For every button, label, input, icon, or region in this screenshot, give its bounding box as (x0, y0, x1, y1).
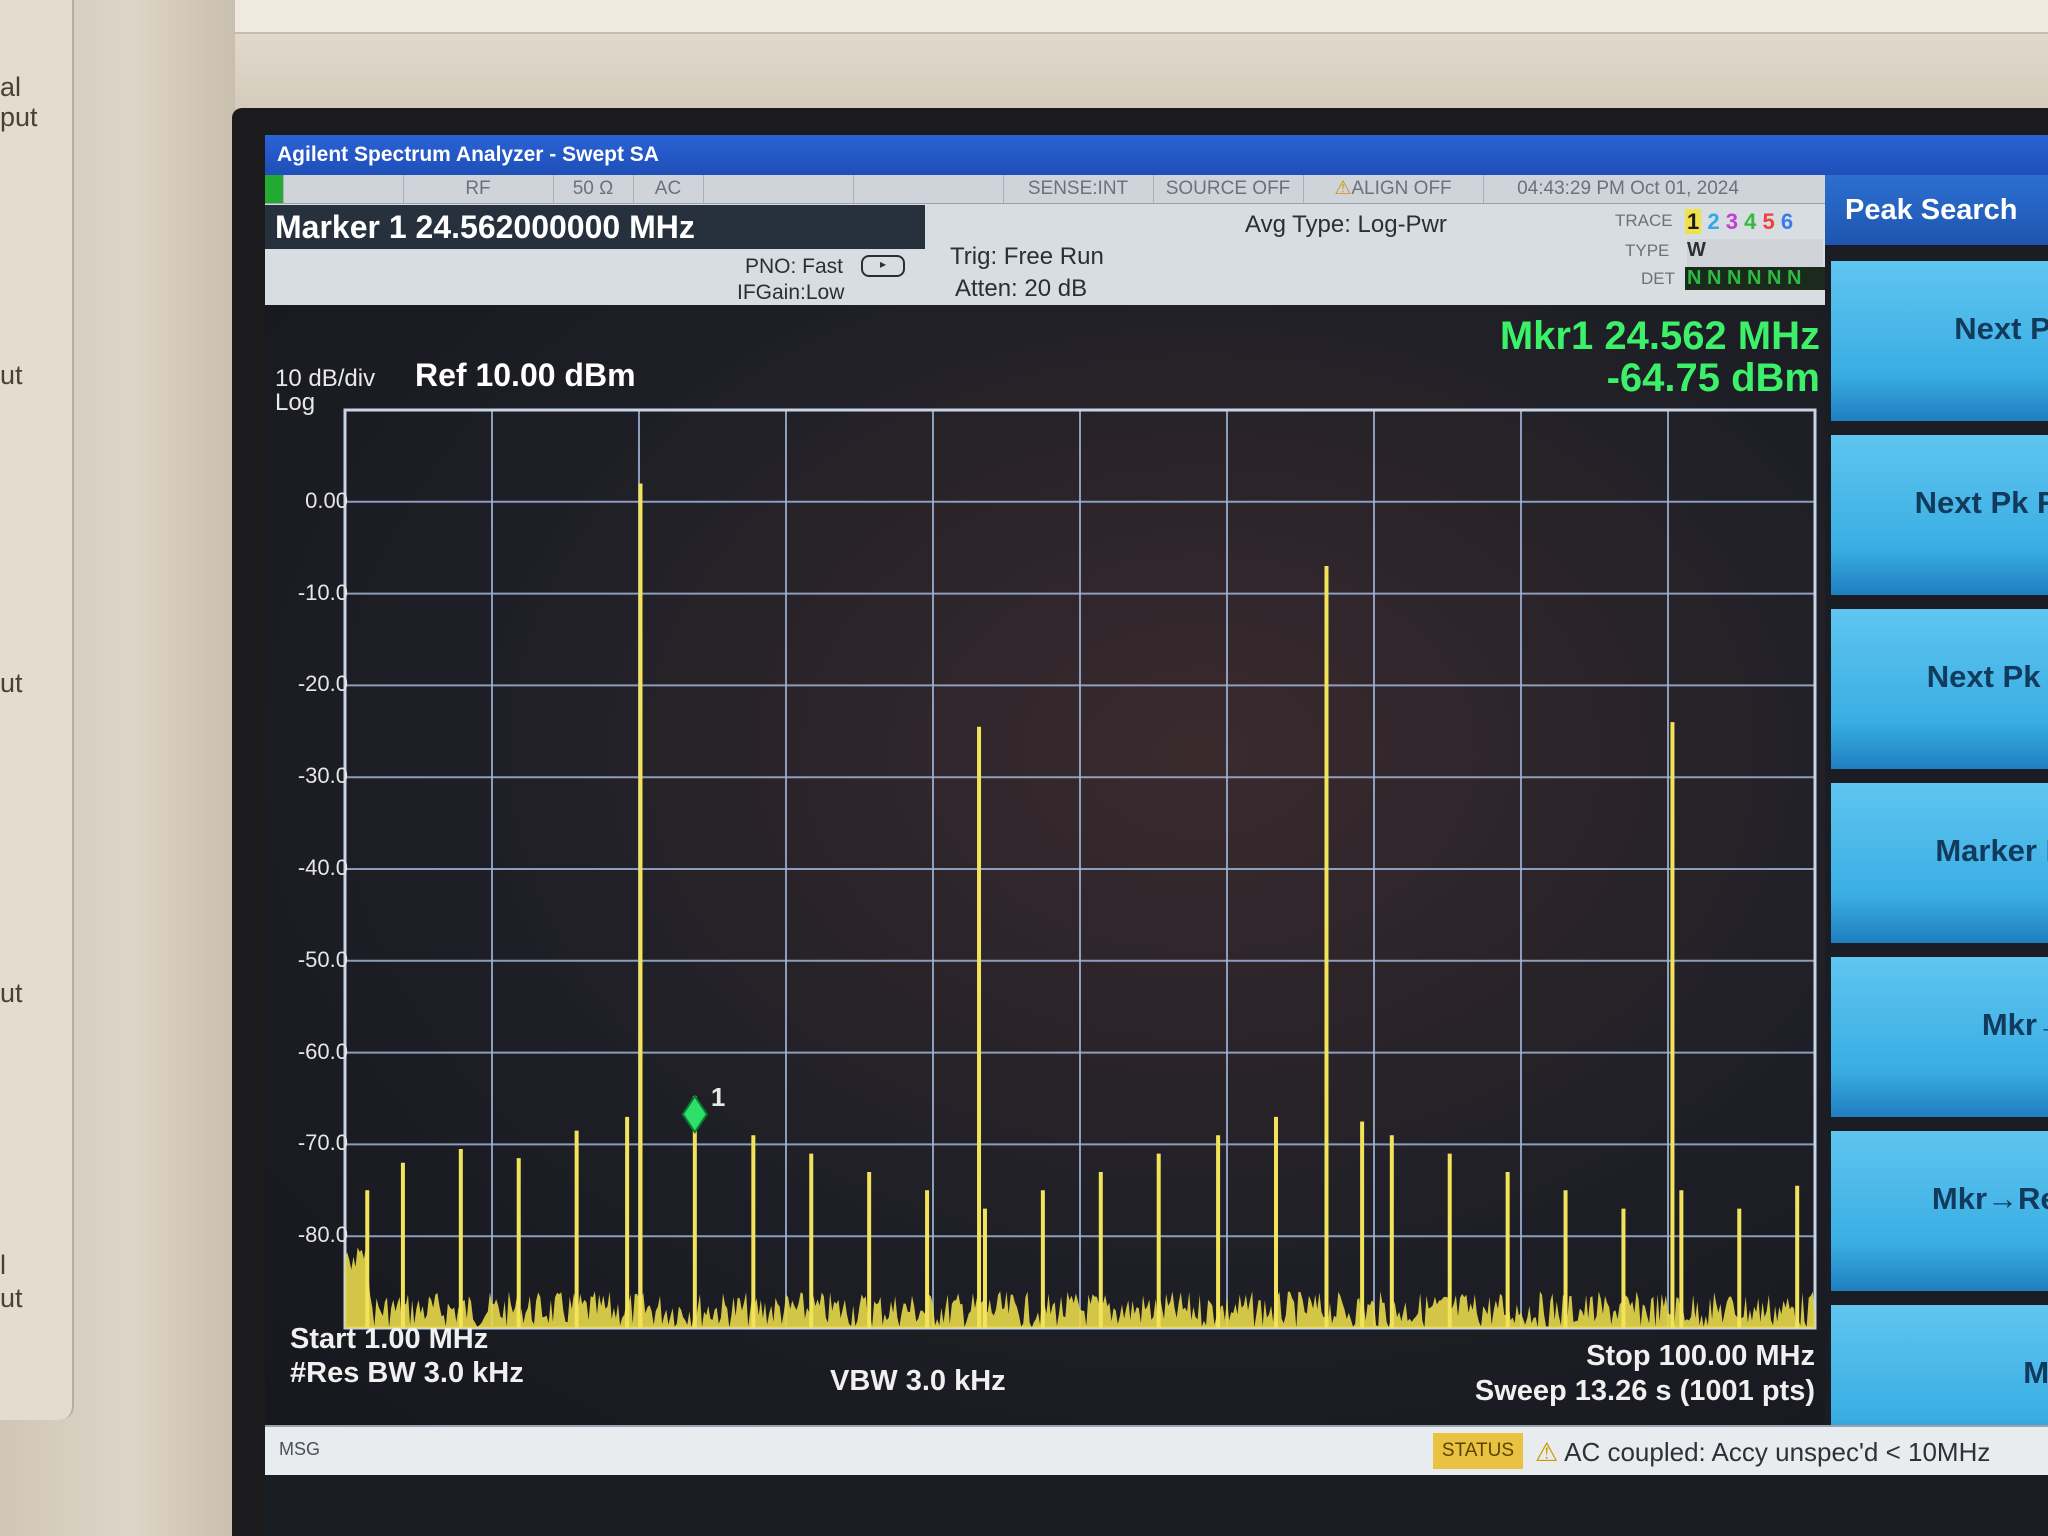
analyzer-screen: Agilent Spectrum Analyzer - Swept SA RF … (265, 135, 2048, 1536)
impedance-label: 50 Ω (553, 175, 634, 203)
trace-label: TRACE (1615, 211, 1673, 230)
window-title: Agilent Spectrum Analyzer - Swept SA (265, 135, 2048, 175)
sense-label: SENSE:INT (1003, 175, 1154, 203)
spectrum-display: Mkr1 24.562 MHz -64.75 dBm 10 dB/div Ref… (265, 305, 1825, 1425)
softkey-label: Mkr→Ref (1931, 1181, 2048, 1216)
resolution-bandwidth[interactable]: #Res BW 3.0 kHz (290, 1357, 524, 1390)
y-tick-label: -80.0 (297, 1222, 348, 1248)
y-tick-label: -50.0 (297, 946, 348, 972)
y-tick-label: -40.0 (297, 855, 348, 880)
header-cell (853, 175, 1004, 203)
trace-2[interactable]: 2 (1707, 209, 1719, 234)
spectrum-plot[interactable]: 1 (265, 305, 1825, 1425)
start-frequency[interactable]: Start 1.00 MHz (290, 1323, 488, 1356)
source-label: SOURCE OFF (1153, 175, 1304, 203)
trace-type-value: W (1687, 239, 1706, 261)
side-label: ut (0, 668, 23, 698)
side-label: ut (0, 978, 23, 1008)
softkey-next-peak[interactable]: Next Pe (1831, 261, 2048, 421)
header-cell (703, 175, 854, 203)
status-message: ⚠ AC coupled: Accy unspec'd < 10MHz (1535, 1437, 1990, 1468)
softkey-label: Next Pk L (1926, 659, 2048, 694)
trace-4[interactable]: 4 (1744, 209, 1756, 234)
align-text: ALIGN OFF (1351, 178, 1452, 199)
rf-input-label: RF (403, 175, 554, 203)
trigger-label: Trig: Free Run (950, 243, 1104, 270)
det-label: DET (1641, 269, 1675, 288)
side-label: l (0, 1250, 6, 1280)
side-label: ut (0, 1283, 23, 1313)
coupling-label: AC (633, 175, 704, 203)
side-label: al (0, 72, 22, 102)
marker-diamond-icon (681, 1094, 709, 1135)
softkey-menu-title: Peak Search (1825, 175, 2048, 245)
trace-5[interactable]: 5 (1763, 209, 1775, 234)
avg-type-label: Avg Type: Log-Pwr (1245, 211, 1447, 238)
side-label: put (0, 102, 38, 132)
measurement-header: RF 50 Ω AC SENSE:INT SOURCE OFF ⚠ALIGN O… (265, 175, 1825, 305)
y-tick-label: -20.0 (297, 671, 348, 697)
trace-numbers[interactable]: 1 2 3 4 5 6 (1685, 209, 1793, 235)
y-tick-label: -60.0 (297, 1038, 348, 1064)
marker-label: 1 (711, 1082, 725, 1112)
lxi-indicator-icon (265, 175, 284, 203)
sweep-time[interactable]: Sweep 13.26 s (1001 pts) (1475, 1375, 1815, 1408)
softkey-label: Next Pk Ri (1914, 485, 2048, 520)
atten-label: Atten: 20 dB (955, 275, 1088, 302)
instrument-bezel-strip (130, 0, 2048, 34)
status-button[interactable]: STATUS (1433, 1433, 1523, 1469)
datetime-label: 04:43:29 PM Oct 01, 2024 (1517, 178, 1739, 199)
status-bar: MSG STATUS ⚠ AC coupled: Accy unspec'd <… (265, 1425, 2048, 1475)
active-marker-title[interactable]: Marker 1 24.562000000 MHz (265, 205, 925, 249)
y-tick-label: -10.0 (297, 579, 348, 605)
y-tick-label: -30.0 (297, 763, 348, 789)
softkey-next-peak-right[interactable]: Next Pk Ri (1831, 435, 2048, 595)
softkey-label: Marker D (1935, 833, 2048, 868)
softkey-label: Next Pe (1954, 311, 2048, 346)
header-cell (283, 175, 404, 203)
y-tick-label: -70.0 (297, 1130, 348, 1156)
sweep-mode-icon: ▸ (861, 255, 905, 277)
header-status-row: RF 50 Ω AC SENSE:INT SOURCE OFF ⚠ALIGN O… (265, 175, 1825, 204)
y-tick-label: 0.00 (305, 487, 348, 513)
trace-6[interactable]: 6 (1781, 209, 1793, 234)
status-text: AC coupled: Accy unspec'd < 10MHz (1564, 1437, 1991, 1467)
warning-icon: ⚠ (1334, 178, 1352, 199)
softkey-marker-delta[interactable]: Marker D (1831, 783, 2048, 943)
pno-label: PNO: Fast (745, 255, 844, 278)
side-label: ut (0, 360, 23, 390)
message-label: MSG (279, 1439, 321, 1459)
video-bandwidth[interactable]: VBW 3.0 kHz (830, 1365, 1006, 1398)
detector-values: N N N N N N (1685, 267, 1825, 290)
trace-3[interactable]: 3 (1726, 209, 1738, 234)
softkey-label: Mkr→ (1981, 1007, 2048, 1042)
instrument-side-panel: al put ut ut ut l ut (0, 0, 74, 1420)
trace-1[interactable]: 1 (1685, 209, 1702, 234)
softkey-panel: Peak Search Next Pe Next Pk Ri Next Pk L… (1825, 175, 2048, 1536)
softkey-label: Mo (2023, 1355, 2048, 1390)
align-label: ⚠ALIGN OFF (1303, 175, 1484, 203)
softkey-marker-to-ref[interactable]: Mkr→Ref (1831, 1131, 2048, 1291)
softkey-next-peak-left[interactable]: Next Pk L (1831, 609, 2048, 769)
ifgain-label: IFGain:Low (737, 281, 845, 304)
stop-frequency[interactable]: Stop 100.00 MHz (1586, 1340, 1815, 1373)
warning-icon: ⚠ (1535, 1437, 1559, 1467)
type-label: TYPE (1625, 241, 1670, 260)
softkey-marker-to[interactable]: Mkr→ (1831, 957, 2048, 1117)
